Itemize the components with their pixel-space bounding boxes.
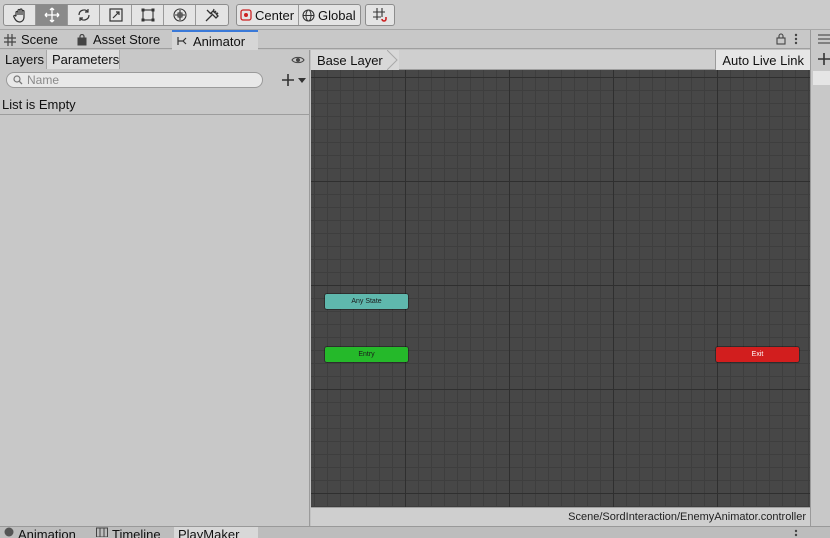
- hand-icon: [12, 8, 25, 23]
- tab-timeline[interactable]: Timeline: [92, 527, 167, 538]
- pivot-center-button[interactable]: Center: [237, 5, 300, 25]
- transform-tools: [3, 4, 229, 26]
- rect-transform-icon: [141, 8, 154, 22]
- tab-animation-label: Animation: [18, 527, 76, 538]
- lock-icon[interactable]: [776, 33, 786, 45]
- grid-snap-button[interactable]: [366, 5, 394, 25]
- auto-live-link-label: Auto Live Link: [722, 52, 804, 68]
- breadcrumb[interactable]: Base Layer: [311, 50, 399, 70]
- tab-playmaker[interactable]: PlayMaker: [174, 527, 258, 538]
- bottom-more-options-icon[interactable]: [794, 529, 798, 538]
- list-menu-icon[interactable]: [818, 34, 830, 44]
- controller-path: Scene/SordInteraction/EnemyAnimator.cont…: [568, 511, 806, 523]
- tab-animator[interactable]: Animator: [172, 30, 258, 50]
- divider: [0, 114, 310, 115]
- main-toolbar: Center Global: [0, 0, 830, 30]
- tab-layers-label: Layers: [5, 52, 45, 67]
- panel-row-highlight: [813, 71, 830, 85]
- breadcrumb-base-layer: Base Layer: [317, 52, 383, 68]
- scale-icon: [108, 8, 123, 22]
- eye-icon[interactable]: [291, 55, 305, 65]
- rect-tool-button[interactable]: [132, 5, 164, 25]
- tab-asset-store-label: Asset Store: [93, 32, 161, 47]
- tab-parameters-label: Parameters: [52, 52, 120, 67]
- snap-group: [365, 4, 395, 26]
- tab-timeline-label: Timeline: [112, 527, 161, 538]
- tab-playmaker-label: PlayMaker: [178, 527, 240, 538]
- move-arrows-icon: [44, 7, 59, 23]
- scene-grid-icon: [4, 33, 16, 46]
- globe-icon: [302, 8, 315, 22]
- any-state-label: Any State: [351, 298, 382, 305]
- tab-animation[interactable]: Animation: [0, 527, 82, 538]
- grid-snap-icon: [373, 8, 387, 22]
- tab-animator-label: Animator: [193, 33, 246, 49]
- adjacent-panel-edge: [810, 30, 830, 526]
- exit-node[interactable]: Exit: [716, 347, 799, 362]
- editor-tab-bar: Scene Asset Store Animator: [0, 30, 810, 50]
- graph-header: Base Layer Auto Live Link: [311, 50, 810, 70]
- shopping-bag-icon: [77, 33, 87, 45]
- rotate-icon: [77, 9, 90, 21]
- tab-asset-store[interactable]: Asset Store: [72, 30, 168, 49]
- entry-label: Entry: [358, 351, 375, 358]
- animator-icon: [177, 37, 187, 45]
- parameter-search-input[interactable]: Name: [6, 72, 263, 88]
- auto-live-link-toggle[interactable]: Auto Live Link: [715, 50, 810, 70]
- controller-path-footer: Scene/SordInteraction/EnemyAnimator.cont…: [311, 507, 810, 526]
- animation-clock-icon: [4, 527, 14, 537]
- tab-parameters[interactable]: Parameters: [47, 50, 120, 69]
- breadcrumb-arrow-icon: [386, 50, 398, 70]
- scale-tool-button[interactable]: [100, 5, 132, 25]
- rotate-tool-button[interactable]: [68, 5, 100, 25]
- transform-combined-icon: [172, 8, 187, 22]
- bottom-tab-bar: Animation Timeline PlayMaker: [0, 526, 830, 538]
- tab-scene-label: Scene: [21, 32, 58, 47]
- pivot-global-label: Global: [318, 7, 356, 23]
- move-tool-button[interactable]: [36, 5, 68, 25]
- pivot-center-icon: [240, 9, 252, 21]
- entry-node[interactable]: Entry: [325, 347, 408, 362]
- state-machine-graph[interactable]: Any State Entry Exit: [311, 70, 810, 507]
- transform-tool-button[interactable]: [164, 5, 196, 25]
- empty-list-text: List is Empty: [2, 97, 76, 112]
- search-icon: [13, 75, 23, 85]
- tab-scene[interactable]: Scene: [0, 30, 66, 49]
- hand-tool-button[interactable]: [4, 5, 36, 25]
- add-parameter-icon[interactable]: [282, 74, 294, 86]
- timeline-icon: [96, 527, 108, 537]
- chevron-down-icon[interactable]: [298, 78, 306, 83]
- exit-label: Exit: [751, 351, 764, 358]
- tab-layers[interactable]: Layers: [0, 50, 47, 69]
- layers-parameters-panel: Layers Parameters Name List is Empty: [0, 50, 310, 526]
- pivot-center-label: Center: [255, 7, 295, 23]
- search-placeholder: Name: [27, 73, 60, 87]
- pivot-toggles: Center Global: [236, 4, 361, 26]
- tools-wrench-icon: [205, 8, 219, 22]
- pivot-global-button[interactable]: Global: [299, 5, 360, 25]
- any-state-node[interactable]: Any State: [325, 294, 408, 309]
- add-icon[interactable]: [818, 53, 830, 65]
- custom-tool-button[interactable]: [196, 5, 228, 25]
- more-options-icon[interactable]: [794, 33, 798, 45]
